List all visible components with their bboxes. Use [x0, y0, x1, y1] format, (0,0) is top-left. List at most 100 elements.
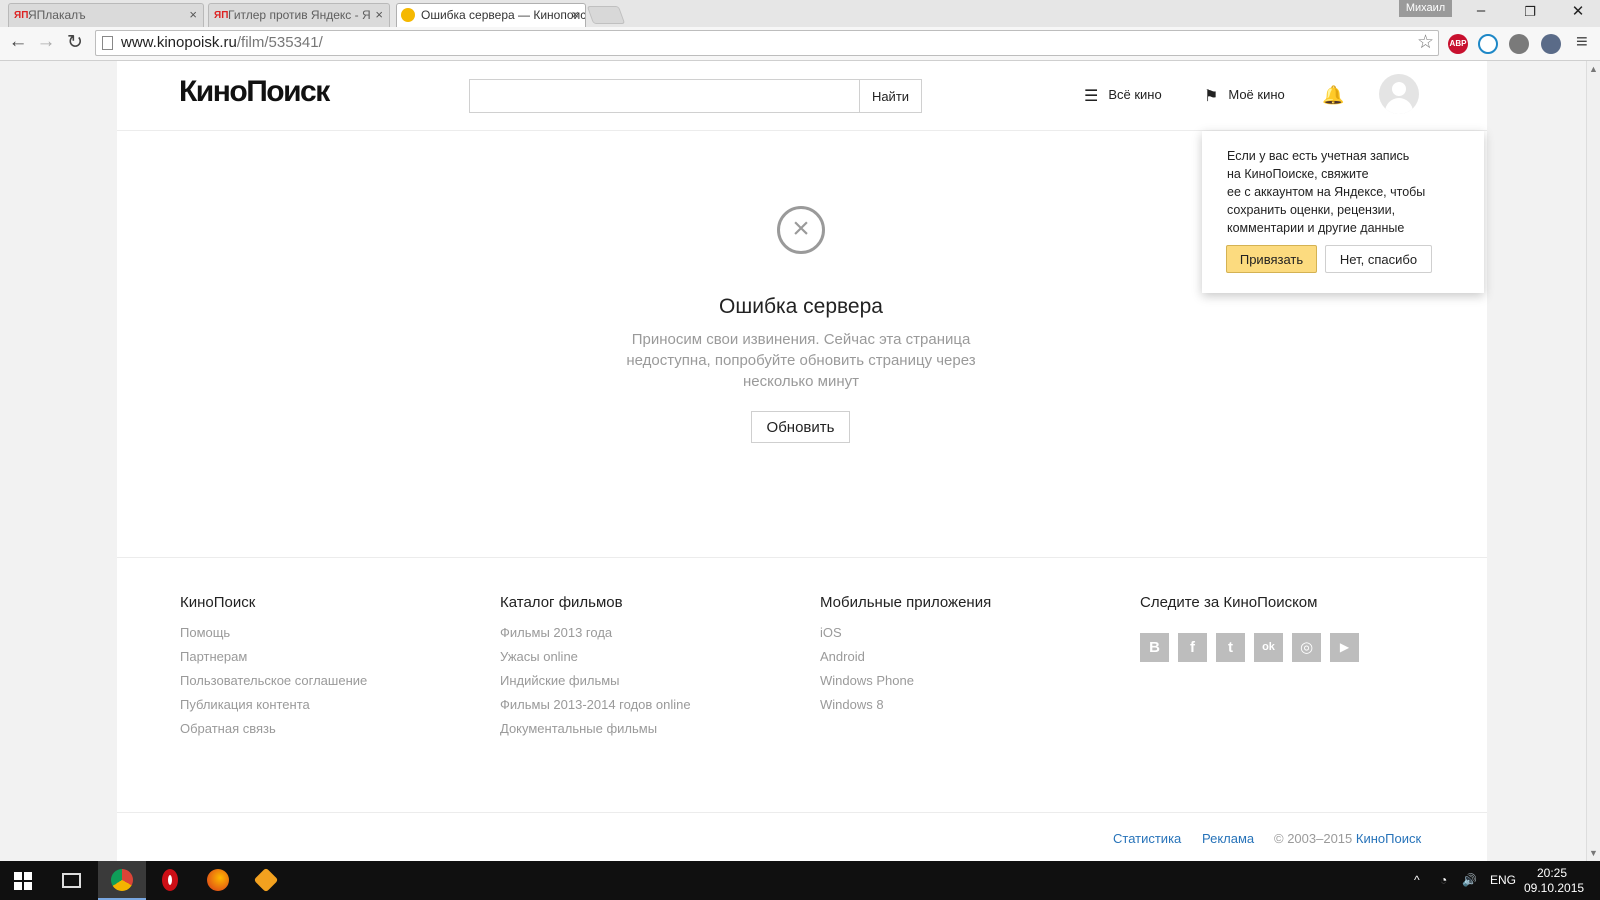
- account-link-popup: Если у вас есть учетная запись на КиноПо…: [1202, 131, 1484, 293]
- footer-link[interactable]: Фильмы 2013 года: [500, 621, 800, 645]
- system-clock[interactable]: 20:25 09.10.2015: [1524, 866, 1584, 896]
- url-host: www.kinopoisk.ru: [121, 34, 237, 51]
- scroll-up-icon[interactable]: ▲: [1589, 64, 1598, 74]
- language-indicator[interactable]: ENG: [1490, 873, 1516, 887]
- popup-line: комментарии и другие данные: [1227, 221, 1405, 235]
- tab-close-icon[interactable]: ×: [375, 4, 383, 26]
- odnoklassniki-icon[interactable]: ok: [1254, 633, 1283, 662]
- windows-start-icon[interactable]: [14, 872, 33, 890]
- taskbar-opera[interactable]: [146, 861, 194, 900]
- volume-icon[interactable]: 🔊: [1462, 873, 1477, 887]
- restore-icon[interactable]: ❐: [1515, 4, 1545, 20]
- browser-tab-kinopoisk[interactable]: Ошибка сервера — Кинопоиск ×: [396, 3, 586, 28]
- footer-link[interactable]: Windows Phone: [820, 669, 1120, 693]
- opera-icon: [162, 869, 178, 891]
- twitter-icon[interactable]: t: [1216, 633, 1245, 662]
- clock-time: 20:25: [1536, 866, 1568, 880]
- extension-network-icon[interactable]: [1478, 34, 1498, 54]
- refresh-button[interactable]: Обновить: [751, 411, 850, 443]
- address-bar[interactable]: www.kinopoisk.ru/film/535341/ ☆: [95, 30, 1439, 56]
- browser-tab-yaplakal[interactable]: ЯП ЯПлакалъ ×: [8, 3, 204, 27]
- profile-button[interactable]: Михаил: [1399, 0, 1452, 17]
- yaplakal-favicon-icon: ЯП: [14, 10, 29, 21]
- footer-link[interactable]: Документальные фильмы: [500, 717, 800, 741]
- instagram-icon[interactable]: ◎: [1292, 633, 1321, 662]
- browser-menu-icon[interactable]: ≡: [1576, 31, 1588, 54]
- link-account-button[interactable]: Привязать: [1226, 245, 1317, 273]
- nav-all-movies-label: Всё кино: [1108, 87, 1162, 102]
- forward-arrow-icon[interactable]: →: [34, 31, 58, 53]
- copyright-brand-link[interactable]: КиноПоиск: [1356, 831, 1421, 846]
- kinopoisk-favicon-icon: [401, 8, 415, 22]
- new-tab-button[interactable]: [586, 6, 626, 24]
- error-message: Приносим свои извинения. Сейчас эта стра…: [626, 331, 976, 390]
- footer-link[interactable]: Обратная связь: [180, 717, 480, 741]
- wifi-icon[interactable]: ◔: [1440, 873, 1447, 887]
- tab-title: ЯПлакалъ: [28, 8, 86, 22]
- footer-column-mobile: Мобильные приложения iOS Android Windows…: [820, 594, 1120, 717]
- footer-link[interactable]: Помощь: [180, 621, 480, 645]
- reload-icon[interactable]: ↻: [63, 31, 87, 54]
- taskbar-chrome[interactable]: [98, 861, 146, 900]
- popup-line: Если у вас есть учетная запись: [1227, 149, 1410, 163]
- extension-film-icon[interactable]: [1509, 34, 1529, 54]
- app-triangle-icon: [253, 867, 279, 893]
- adblock-extension-icon[interactable]: ABP: [1448, 34, 1468, 54]
- scroll-down-icon[interactable]: ▼: [1589, 848, 1598, 858]
- footer-heading: Каталог фильмов: [500, 594, 623, 611]
- bookmark-star-icon[interactable]: ☆: [1417, 31, 1434, 55]
- tab-close-icon[interactable]: ×: [189, 4, 197, 26]
- kinopoisk-logo[interactable]: КиноПоиск: [179, 75, 330, 109]
- taskbar-app[interactable]: [242, 861, 290, 900]
- statistics-link[interactable]: Статистика: [1113, 831, 1181, 846]
- tray-expand-icon[interactable]: ^: [1414, 873, 1420, 887]
- extension-eye-icon[interactable]: [1541, 34, 1561, 54]
- copyright-years: © 2003–2015: [1274, 831, 1353, 846]
- footer-link[interactable]: Индийские фильмы: [500, 669, 800, 693]
- footer-link[interactable]: Партнерам: [180, 645, 480, 669]
- footer-link[interactable]: iOS: [820, 621, 1120, 645]
- footer-link[interactable]: Публикация контента: [180, 693, 480, 717]
- search-button[interactable]: Найти: [859, 79, 922, 113]
- taskbar-firefox[interactable]: [194, 861, 242, 900]
- youtube-icon[interactable]: ▶: [1330, 633, 1359, 662]
- error-title: Ошибка сервера: [719, 295, 883, 318]
- facebook-icon[interactable]: f: [1178, 633, 1207, 662]
- task-view-icon[interactable]: [62, 873, 81, 888]
- advertising-link[interactable]: Реклама: [1202, 831, 1254, 846]
- footer-column-kinopoisk: КиноПоиск Помощь Партнерам Пользовательс…: [180, 594, 480, 741]
- windows-taskbar: ^ ◔ 🔊 ENG 20:25 09.10.2015: [0, 861, 1600, 900]
- search-input[interactable]: [469, 79, 859, 113]
- footer-heading: Следите за КиноПоиском: [1140, 594, 1318, 611]
- back-arrow-icon[interactable]: ←: [6, 31, 30, 53]
- footer-link[interactable]: Windows 8: [820, 693, 1120, 717]
- nav-my-movies[interactable]: ⚑ Моё кино: [1204, 86, 1285, 106]
- firefox-icon: [207, 869, 229, 891]
- browser-tab-hitler[interactable]: ЯП Гитлер против Яндекс - Я ×: [208, 3, 390, 27]
- notification-bell-icon[interactable]: 🔔: [1322, 85, 1344, 106]
- popup-line: ее с аккаунтом на Яндексе, чтобы: [1227, 185, 1426, 199]
- user-avatar[interactable]: [1379, 74, 1419, 114]
- popup-line: сохранить оценки, рецензии,: [1227, 203, 1396, 217]
- tab-title: Ошибка сервера — Кинопоиск: [421, 8, 586, 22]
- chrome-icon: [111, 869, 133, 891]
- close-window-icon[interactable]: ✕: [1563, 2, 1593, 20]
- footer-heading: КиноПоиск: [180, 594, 256, 611]
- footer-link[interactable]: Android: [820, 645, 1120, 669]
- browser-tab-bar: ЯП ЯПлакалъ × ЯП Гитлер против Яндекс - …: [0, 0, 1600, 28]
- footer-heading: Мобильные приложения: [820, 594, 992, 611]
- nav-all-movies[interactable]: ☰ Всё кино: [1084, 86, 1162, 106]
- tab-close-icon[interactable]: ×: [571, 4, 579, 26]
- footer-link[interactable]: Фильмы 2013-2014 годов online: [500, 693, 800, 717]
- site-header: КиноПоиск Найти ☰ Всё кино ⚑ Моё кино 🔔: [117, 61, 1487, 131]
- footer-column-social: Следите за КиноПоиском: [1140, 594, 1440, 621]
- page-scrollbar[interactable]: ▲ ▼: [1586, 61, 1600, 861]
- footer-link[interactable]: Ужасы online: [500, 645, 800, 669]
- url-text: www.kinopoisk.ru/film/535341/: [121, 31, 323, 55]
- popup-line: на КиноПоиске, свяжите: [1227, 167, 1369, 181]
- tab-title: Гитлер против Яндекс - Я: [228, 8, 371, 22]
- minimize-icon[interactable]: –: [1466, 2, 1496, 19]
- footer-link[interactable]: Пользовательское соглашение: [180, 669, 480, 693]
- no-thanks-button[interactable]: Нет, спасибо: [1325, 245, 1432, 273]
- vk-icon[interactable]: B: [1140, 633, 1169, 662]
